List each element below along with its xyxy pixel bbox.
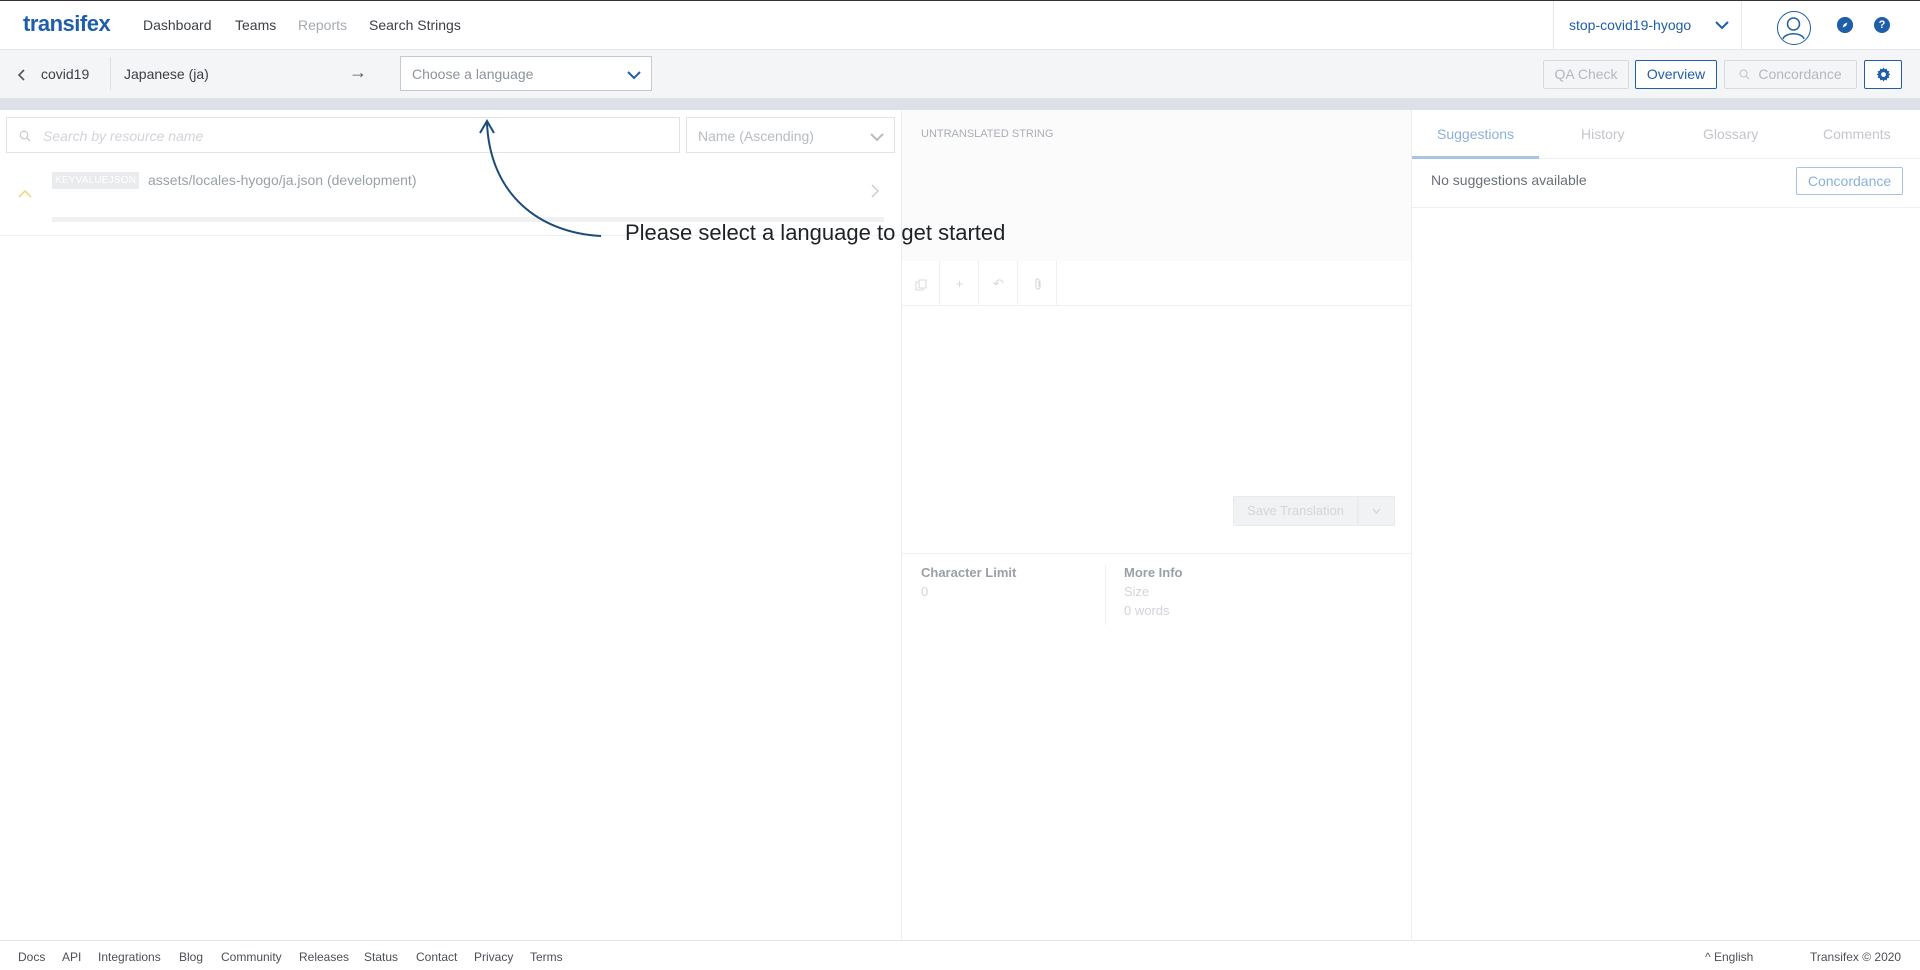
concordance-button[interactable]: Concordance <box>1724 60 1857 89</box>
chevron-down-icon <box>870 129 884 147</box>
more-info-label: More Info <box>1124 565 1183 580</box>
caret-up-icon: ^ <box>1705 950 1711 964</box>
side-panel: Suggestions History Glossary Comments No… <box>1411 110 1920 940</box>
undo-icon[interactable]: ↶ <box>980 261 1018 306</box>
nav-reports[interactable]: Reports <box>298 17 347 33</box>
overview-button[interactable]: Overview <box>1635 60 1717 89</box>
language-label: English <box>1713 950 1754 964</box>
size-label: Size <box>1124 584 1150 599</box>
active-tab-indicator <box>1412 156 1539 159</box>
help-icon[interactable]: ? <box>1874 17 1890 33</box>
project-selector-label: stop-covid19-hyogo <box>1569 17 1692 33</box>
select-language-hint: Please select a language to get started <box>625 220 1006 245</box>
search-icon <box>19 129 31 147</box>
language-switcher[interactable]: ^ English <box>1705 950 1753 964</box>
nav-teams[interactable]: Teams <box>235 17 276 33</box>
top-navigation-bar: transifex Dashboard Teams Reports Search… <box>0 0 1920 50</box>
copyright: Transifex © 2020 <box>1810 950 1902 964</box>
user-avatar-icon[interactable] <box>1777 11 1811 45</box>
sort-select[interactable]: Name (Ascending) <box>686 117 895 153</box>
divider-band <box>0 99 1920 110</box>
resource-name: assets/locales-hyogo/ja.json (developmen… <box>148 172 417 188</box>
resource-type-badge: KEYVALUEJSON <box>52 172 140 189</box>
chevron-up-icon[interactable] <box>18 186 32 204</box>
search-placeholder: Search by resource name <box>43 128 204 144</box>
transifex-logo[interactable]: transifex <box>23 11 111 37</box>
chevron-down-icon <box>1372 505 1381 517</box>
search-icon <box>1739 62 1750 89</box>
arrow-right-icon: → <box>349 62 367 82</box>
pointer-arrow-icon <box>479 119 602 237</box>
footer-link[interactable]: Docs <box>18 950 45 964</box>
tab-suggestions[interactable]: Suggestions <box>1437 126 1514 142</box>
gear-icon <box>1876 67 1891 87</box>
no-suggestions-message: No suggestions available <box>1431 172 1587 188</box>
divider <box>110 57 111 90</box>
character-limit-value: 0 <box>921 584 929 599</box>
nav-search-strings[interactable]: Search Strings <box>369 17 461 33</box>
footer-link[interactable]: Terms <box>530 950 563 964</box>
tab-glossary[interactable]: Glossary <box>1703 126 1758 142</box>
string-status-label: UNTRANSLATED STRING <box>921 128 1054 140</box>
word-count: 0 words <box>1124 603 1170 618</box>
project-breadcrumb[interactable]: covid19 <box>41 66 89 82</box>
project-selector[interactable]: stop-covid19-hyogo <box>1553 1 1742 50</box>
language-select-placeholder: Choose a language <box>412 66 534 82</box>
tab-comments[interactable]: Comments <box>1823 126 1891 142</box>
footer: Docs API Integrations Blog Community Rel… <box>0 940 1920 970</box>
settings-button[interactable] <box>1864 60 1902 89</box>
editor-toolbar: + ↶ <box>902 261 1411 306</box>
footer-link[interactable]: Releases <box>299 950 349 964</box>
save-options-button[interactable] <box>1358 496 1395 526</box>
sort-select-label: Name (Ascending) <box>698 128 814 144</box>
concordance-button-label: Concordance <box>1758 66 1842 82</box>
qa-check-button[interactable]: QA Check <box>1543 60 1629 89</box>
editor-subbar: covid19 Japanese (ja) → Choose a languag… <box>0 50 1920 99</box>
compass-icon[interactable] <box>1837 17 1853 33</box>
save-translation-button[interactable]: Save Translation <box>1233 496 1358 526</box>
footer-link[interactable]: API <box>62 950 81 964</box>
footer-link[interactable]: Status <box>364 950 398 964</box>
footer-link[interactable]: Integrations <box>98 950 161 964</box>
character-limit-section: Character Limit 0 <box>921 565 1016 599</box>
chevron-right-icon[interactable] <box>871 184 880 203</box>
copy-icon[interactable] <box>902 261 940 306</box>
divider <box>1105 565 1106 625</box>
footer-link[interactable]: Privacy <box>474 950 513 964</box>
divider <box>1412 207 1920 208</box>
character-limit-label: Character Limit <box>921 565 1017 580</box>
attachment-icon[interactable] <box>1019 261 1057 306</box>
concordance-search-button[interactable]: Concordance <box>1796 167 1903 195</box>
more-info-section: More Info Size 0 words <box>1124 565 1183 618</box>
footer-link[interactable]: Community <box>221 950 282 964</box>
back-chevron-icon[interactable] <box>17 68 26 84</box>
nav-dashboard[interactable]: Dashboard <box>143 17 212 33</box>
footer-link[interactable]: Blog <box>179 950 203 964</box>
chevron-down-icon <box>627 67 641 85</box>
tab-history[interactable]: History <box>1581 126 1625 142</box>
side-panel-tabs: Suggestions History Glossary Comments <box>1412 110 1920 159</box>
divider <box>902 553 1411 554</box>
source-language: Japanese (ja) <box>124 66 209 82</box>
chevron-down-icon <box>1715 17 1729 35</box>
target-language-select[interactable]: Choose a language <box>400 56 652 91</box>
plus-icon[interactable]: + <box>941 261 979 306</box>
footer-link[interactable]: Contact <box>416 950 457 964</box>
